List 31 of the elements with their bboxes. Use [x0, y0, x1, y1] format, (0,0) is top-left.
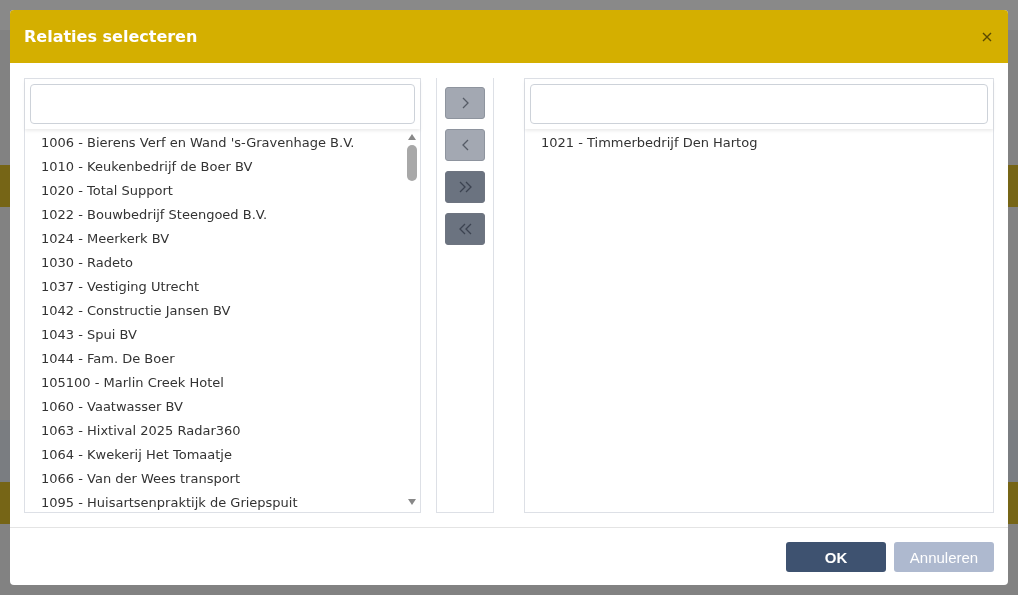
search-field[interactable] — [30, 84, 415, 124]
move-button[interactable] — [445, 213, 485, 245]
list-item[interactable]: 1006 - Bierens Verf en Wand 's-Gravenhage B.V. — [25, 131, 404, 155]
double-chevron-left-icon — [458, 223, 472, 235]
list-item[interactable]: 1066 - Van der Wees transport — [25, 467, 404, 491]
list-item[interactable]: 1095 - Huisartsenpraktijk de Griepspuit — [25, 491, 404, 512]
list-item[interactable]: 1010 - Keukenbedrijf de Boer BV — [25, 155, 404, 179]
scroll-up-icon[interactable] — [407, 133, 417, 141]
list-item[interactable]: 1020 - Total Support — [25, 179, 404, 203]
move-button[interactable] — [445, 171, 485, 203]
list-item[interactable]: 1042 - Constructie Jansen BV — [25, 299, 404, 323]
list-item[interactable]: 1030 - Radeto — [25, 251, 404, 275]
double-chevron-right-icon — [458, 181, 472, 193]
dialog-title: Relaties selecteren — [24, 27, 198, 46]
list-item[interactable]: 1024 - Meerkerk BV — [25, 227, 404, 251]
list-item[interactable]: 1021 - Timmerbedrijf Den Hartog — [525, 131, 993, 155]
list-item[interactable]: 1022 - Bouwbedrijf Steengoed B.V. — [25, 203, 404, 227]
close-icon[interactable] — [982, 31, 992, 42]
ok-button[interactable]: OK — [786, 542, 886, 572]
list-item[interactable]: 1044 - Fam. De Boer — [25, 347, 404, 371]
list-item[interactable]: 1043 - Spui BV — [25, 323, 404, 347]
search-field[interactable] — [530, 84, 988, 124]
scroll-down-icon[interactable] — [407, 498, 417, 506]
chevron-left-icon — [461, 139, 469, 151]
list-item[interactable]: 105100 - Marlin Creek Hotel — [25, 371, 404, 395]
list-item[interactable]: 1060 - Vaatwasser BV — [25, 395, 404, 419]
list-item[interactable]: 1063 - Hixtival 2025 Radar360 — [25, 419, 404, 443]
scrollbar-thumb[interactable] — [407, 145, 417, 181]
chevron-right-icon — [461, 97, 469, 109]
list-item[interactable]: 1037 - Vestiging Utrecht — [25, 275, 404, 299]
list-item[interactable]: 1064 - Kwekerij Het Tomaatje — [25, 443, 404, 467]
